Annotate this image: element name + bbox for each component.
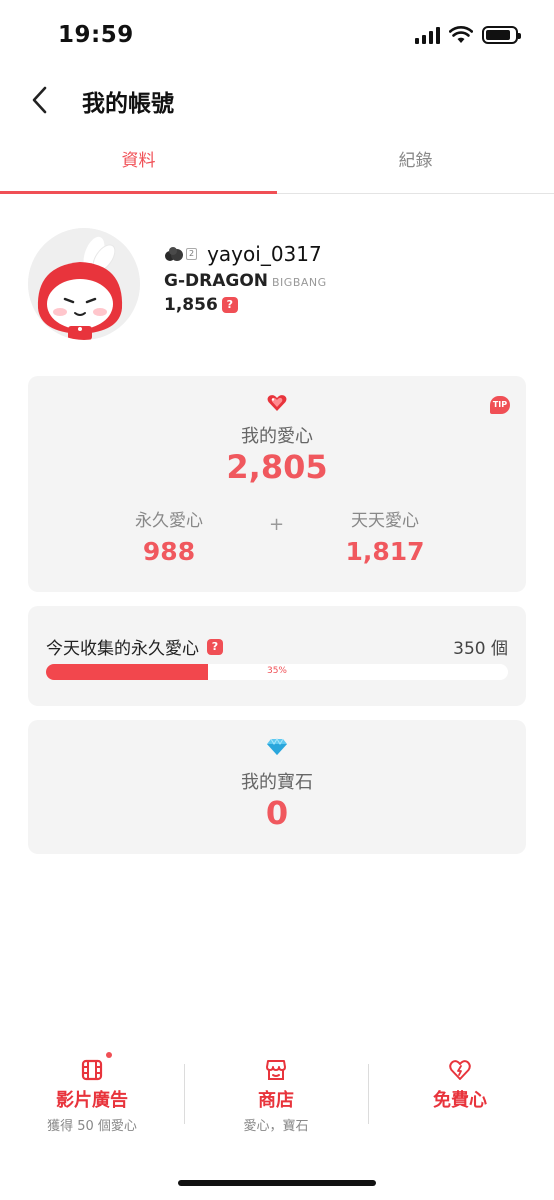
back-arrow-icon[interactable]: [26, 82, 56, 118]
points-help-icon[interactable]: ?: [221, 297, 238, 313]
rank-level: 2: [186, 248, 198, 260]
free-hearts-button[interactable]: 免費心: [368, 1048, 552, 1148]
my-gems-card: 我的寶石 0: [28, 720, 526, 854]
points-value: 1,856: [164, 295, 218, 315]
daily-collect-label: 今天收集的永久愛心: [46, 639, 199, 659]
home-indicator: [178, 1180, 376, 1186]
daily-hearts-label: 天天愛心: [351, 511, 419, 531]
points-row: 1,856 ?: [164, 295, 327, 315]
notification-dot: [106, 1052, 112, 1058]
battery-icon: [482, 26, 521, 44]
video-ad-subtitle: 獲得 50 個愛心: [47, 1119, 137, 1134]
group-name: BIGBANG: [272, 276, 327, 289]
daily-collect-count: 350 個: [453, 639, 508, 659]
rank-badge: 2: [164, 246, 198, 262]
free-hearts-label: 免費心: [433, 1090, 487, 1111]
profile-info: 2 yayoi_0317 G-DRAGON BIGBANG 1,856 ?: [164, 240, 327, 315]
diamond-icon: [267, 738, 287, 755]
tip-button[interactable]: TIP: [490, 396, 510, 414]
my-gems-value: 0: [265, 794, 289, 832]
shop-subtitle: 愛心，寶石: [243, 1119, 309, 1134]
daily-progress-bar: 35%: [46, 664, 508, 680]
daily-collect-help-icon[interactable]: ?: [207, 638, 223, 655]
wifi-icon: [449, 26, 473, 43]
permanent-hearts-value: 988: [142, 537, 196, 566]
daily-collect-card: 今天收集的永久愛心 ? 350 個 35%: [28, 606, 526, 706]
daily-collect-label-row: 今天收集的永久愛心 ?: [46, 634, 223, 659]
profile-section: 2 yayoi_0317 G-DRAGON BIGBANG 1,856 ?: [28, 228, 528, 344]
page-title: 我的帳號: [82, 91, 174, 117]
my-hearts-card: TIP 我的愛心 2,805 永久愛心 988 + 天天愛心 1,817: [28, 376, 526, 592]
tab-bar: 資料 紀錄: [0, 134, 554, 194]
avatar[interactable]: [28, 228, 140, 340]
my-hearts-total: 2,805: [226, 448, 328, 486]
status-bar: 19:59: [0, 0, 554, 72]
username: yayoi_0317: [207, 242, 322, 266]
daily-hearts: 天天愛心 1,817: [300, 506, 470, 566]
permanent-hearts-label: 永久愛心: [135, 511, 203, 531]
status-icons: [415, 26, 521, 44]
daily-hearts-value: 1,817: [345, 537, 425, 566]
bunny-avatar-icon: [28, 228, 140, 340]
shop-icon: [266, 1060, 286, 1080]
artist-row: G-DRAGON BIGBANG: [164, 271, 327, 291]
film-icon: [81, 1059, 103, 1081]
artist-name: G-DRAGON: [164, 271, 269, 291]
permanent-hearts: 永久愛心 988: [84, 506, 254, 566]
heart-gem-icon: [267, 395, 287, 411]
heart-bolt-icon: [449, 1060, 471, 1080]
cellular-signal-icon: [415, 26, 440, 44]
shop-button[interactable]: 商店 愛心，寶石: [184, 1048, 368, 1148]
shop-label: 商店: [258, 1090, 294, 1111]
coal-rank-icon: [165, 247, 183, 261]
username-row: 2 yayoi_0317: [164, 240, 327, 268]
tab-profile[interactable]: 資料: [0, 134, 277, 194]
plus-sign: +: [269, 514, 285, 535]
video-ad-label: 影片廣告: [56, 1090, 128, 1111]
my-hearts-label: 我的愛心: [241, 426, 313, 447]
daily-progress-text: 35%: [266, 666, 287, 676]
bottom-action-bar: 影片廣告 獲得 50 個愛心 商店 愛心，寶石 免費心: [0, 1048, 554, 1148]
status-time: 19:59: [58, 22, 134, 48]
tab-history[interactable]: 紀錄: [277, 134, 554, 193]
my-gems-label: 我的寶石: [241, 772, 313, 793]
header: 我的帳號: [0, 72, 554, 128]
video-ad-button[interactable]: 影片廣告 獲得 50 個愛心: [0, 1048, 184, 1148]
